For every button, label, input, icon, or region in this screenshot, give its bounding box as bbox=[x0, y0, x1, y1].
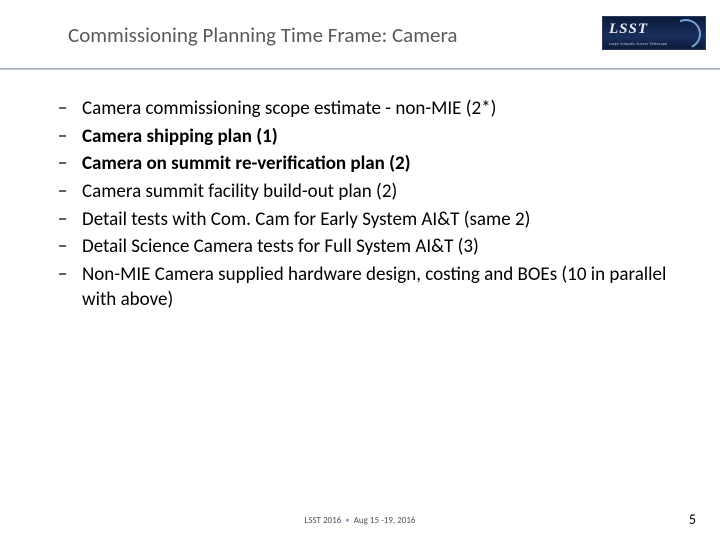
list-item: Camera summit facility build-out plan (2… bbox=[52, 179, 680, 205]
list-item: Detail tests with Com. Cam for Early Sys… bbox=[52, 207, 680, 233]
list-item: Non-MIE Camera supplied hardware design,… bbox=[52, 262, 680, 313]
bullet-text: Camera summit facility build-out plan (2… bbox=[82, 180, 397, 203]
bullet-text: Camera on summit re-verification plan (2… bbox=[82, 152, 411, 175]
bullet-list: Camera commissioning scope estimate - no… bbox=[52, 96, 680, 313]
bullet-text: Non-MIE Camera supplied hardware design,… bbox=[82, 263, 666, 312]
bullet-text: Camera shipping plan (1) bbox=[82, 125, 278, 148]
list-item: Camera on summit re-verification plan (2… bbox=[52, 151, 680, 177]
list-item: Camera shipping plan (1) bbox=[52, 124, 680, 150]
header-divider bbox=[0, 68, 720, 70]
lsst-logo: LSST Large Synoptic Survey Telescope bbox=[602, 16, 706, 50]
content-area: Camera commissioning scope estimate - no… bbox=[0, 72, 720, 313]
bullet-text: Detail Science Camera tests for Full Sys… bbox=[82, 235, 479, 258]
list-item: Camera commissioning scope estimate - no… bbox=[52, 96, 680, 122]
logo-background: LSST Large Synoptic Survey Telescope bbox=[602, 16, 706, 50]
bullet-text: Camera commissioning scope estimate - no… bbox=[82, 97, 496, 120]
logo-subtext: Large Synoptic Survey Telescope bbox=[609, 42, 667, 47]
footer-left: LSST 2016 bbox=[305, 515, 342, 526]
footer-separator-icon: • bbox=[345, 515, 349, 526]
footer: LSST 2016• Aug 15 -19, 2016 bbox=[0, 515, 720, 526]
page-number: 5 bbox=[689, 511, 696, 528]
bullet-text: Detail tests with Com. Cam for Early Sys… bbox=[82, 208, 530, 231]
logo-swoosh-icon bbox=[667, 16, 705, 50]
footer-right: Aug 15 -19, 2016 bbox=[354, 515, 416, 526]
list-item: Detail Science Camera tests for Full Sys… bbox=[52, 234, 680, 260]
logo-text: LSST bbox=[609, 21, 648, 38]
